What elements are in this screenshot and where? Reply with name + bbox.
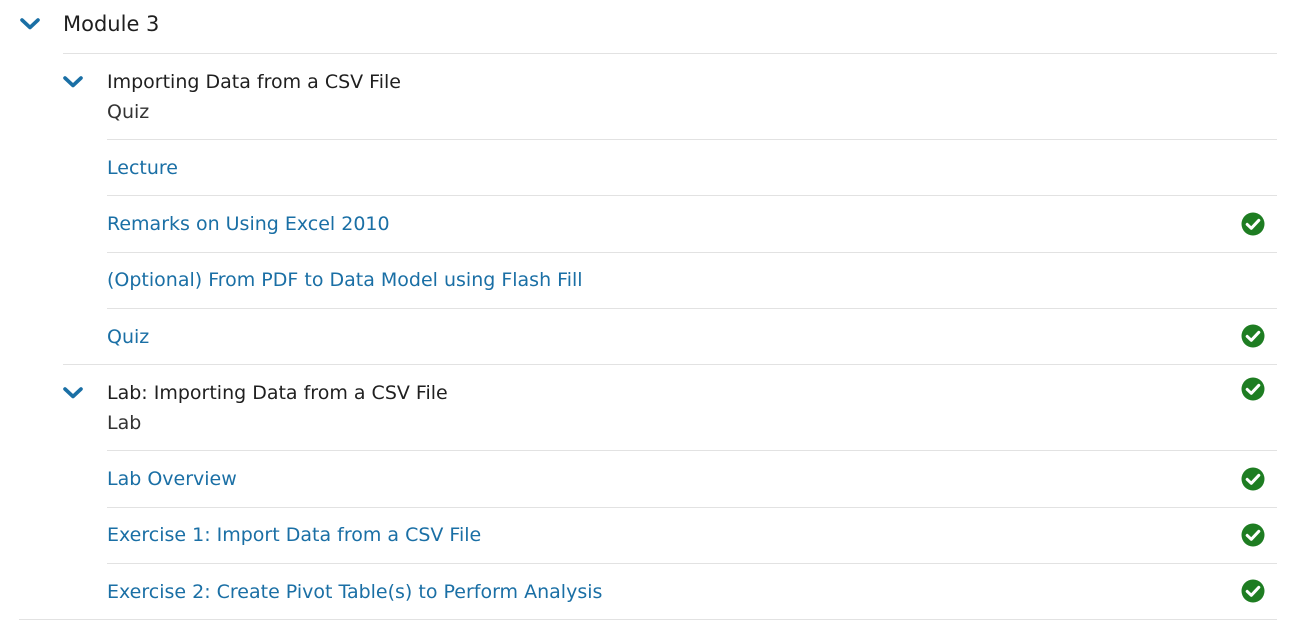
module-title: Module 3: [63, 12, 160, 36]
chevron-down-icon[interactable]: [62, 386, 84, 400]
check-circle-icon: [1241, 579, 1265, 603]
lesson-type: Quiz: [107, 101, 150, 123]
check-circle-icon: [1241, 523, 1265, 547]
lesson-title[interactable]: Lab: Importing Data from a CSV File: [107, 380, 448, 406]
divider: [107, 252, 1277, 253]
divider: [107, 563, 1277, 564]
item-link-lab-overview[interactable]: Lab Overview: [107, 466, 237, 492]
chevron-down-icon[interactable]: [19, 17, 41, 31]
check-circle-icon: [1241, 377, 1265, 401]
item-link-exercise-2[interactable]: Exercise 2: Create Pivot Table(s) to Per…: [107, 579, 602, 605]
divider: [107, 139, 1277, 140]
item-link-lecture[interactable]: Lecture: [107, 155, 178, 181]
divider: [63, 364, 1277, 365]
item-link-pdf-to-data-model[interactable]: (Optional) From PDF to Data Model using …: [107, 267, 583, 293]
module-header[interactable]: Module 3: [0, 0, 1298, 53]
lesson-type: Lab: [107, 412, 142, 434]
check-circle-icon: [1241, 467, 1265, 491]
divider: [63, 53, 1277, 54]
divider: [107, 450, 1277, 451]
check-circle-icon: [1241, 212, 1265, 236]
item-link-quiz[interactable]: Quiz: [107, 324, 149, 350]
divider: [107, 195, 1277, 196]
divider: [107, 308, 1277, 309]
divider: [107, 507, 1277, 508]
item-link-remarks-excel-2010[interactable]: Remarks on Using Excel 2010: [107, 211, 390, 237]
check-circle-icon: [1241, 324, 1265, 348]
item-link-exercise-1[interactable]: Exercise 1: Import Data from a CSV File: [107, 522, 481, 548]
lesson-title[interactable]: Importing Data from a CSV File: [107, 69, 401, 95]
chevron-down-icon[interactable]: [62, 75, 84, 89]
